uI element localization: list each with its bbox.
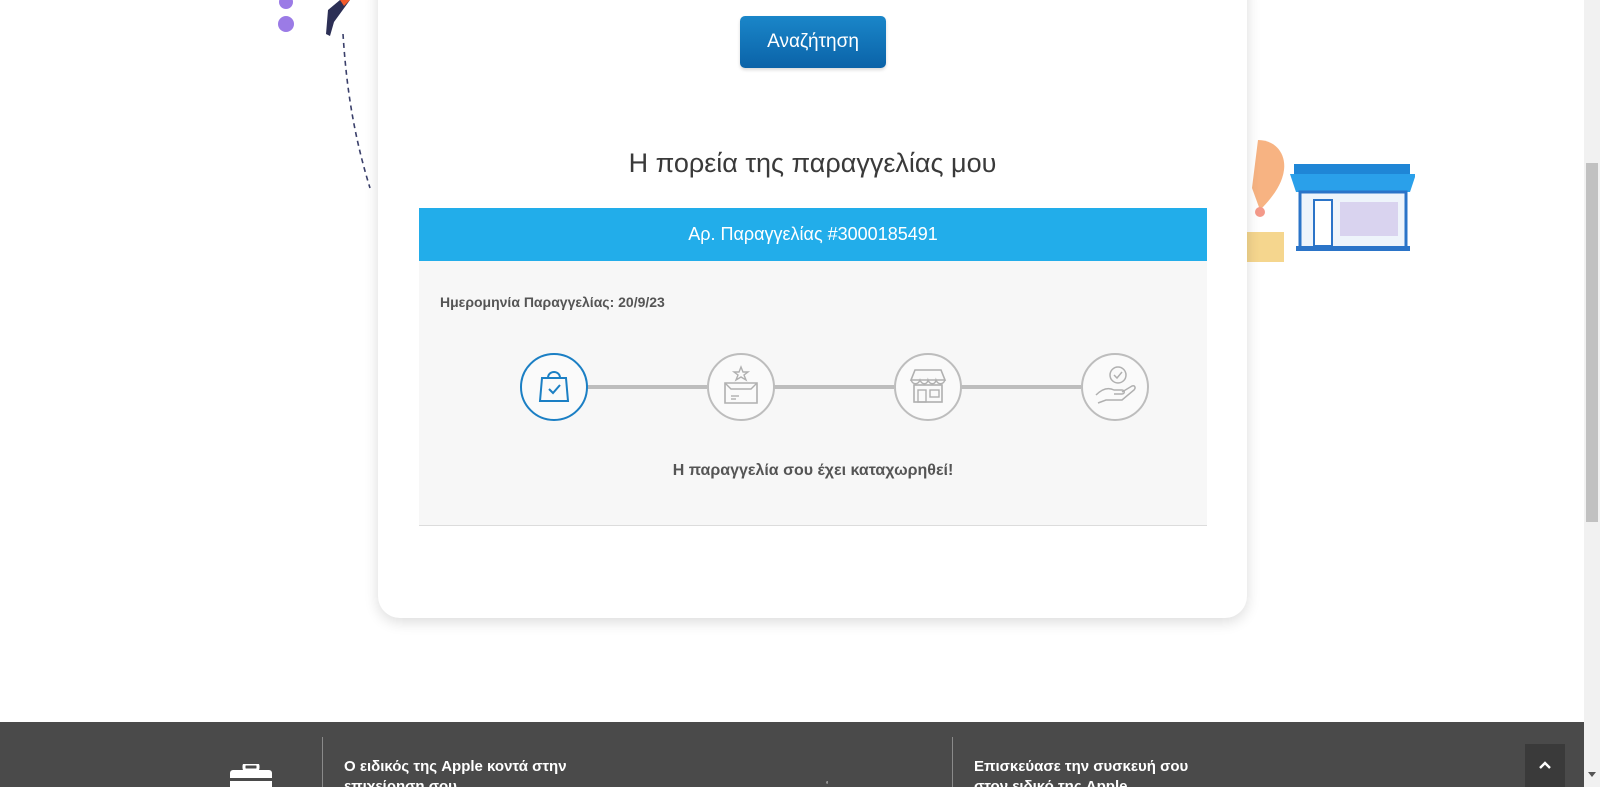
scrollbar-thumb[interactable] [1586,163,1598,522]
shopping-bag-check-icon [537,367,571,408]
step-order-placed [520,353,588,421]
decorative-illustration-left [270,0,380,190]
hand-delivery-check-icon [1094,365,1136,410]
back-to-top-button[interactable] [1525,744,1565,787]
order-date: Ημερομηνία Παραγγελίας: 20/9/23 [440,294,665,310]
search-button[interactable]: Αναζήτηση [740,16,886,68]
section-title: Η πορεία της παραγγελίας μου [628,148,997,178]
footer-link-repair[interactable]: Επισκεύασε την συσκευή σου στον ειδικό τ… [974,757,1224,797]
step-order-at-store [894,353,962,421]
store-icon [909,366,947,409]
package-box-icon [721,364,761,410]
step-order-packed [707,353,775,421]
footer-link-business[interactable]: Ο ειδικός της Apple κοντά στην επιχείρησ… [344,757,594,797]
progress-connector [584,385,707,389]
order-number-header: Αρ. Παραγγελίας #3000185491 [419,208,1207,261]
briefcase-icon [228,762,274,795]
order-progress-tracker [520,353,1149,421]
order-status-message: Η παραγγελία σου έχει καταχωρηθεί! [672,462,954,479]
decorative-mark-icon: ‘ [826,780,829,791]
page-scrollbar[interactable] [1584,0,1600,787]
order-panel: Αρ. Παραγγελίας #3000185491 Ημερομηνία Π… [419,208,1207,526]
chevron-up-icon [1538,758,1552,773]
step-order-delivered [1081,353,1149,421]
progress-connector [958,385,1081,389]
footer-divider [952,737,953,787]
decorative-illustration-right [1240,140,1416,270]
scroll-down-arrow-icon[interactable] [1588,772,1596,777]
footer: Ο ειδικός της Apple κοντά στην επιχείρησ… [0,722,1584,795]
progress-connector [771,385,894,389]
footer-divider [322,737,323,787]
